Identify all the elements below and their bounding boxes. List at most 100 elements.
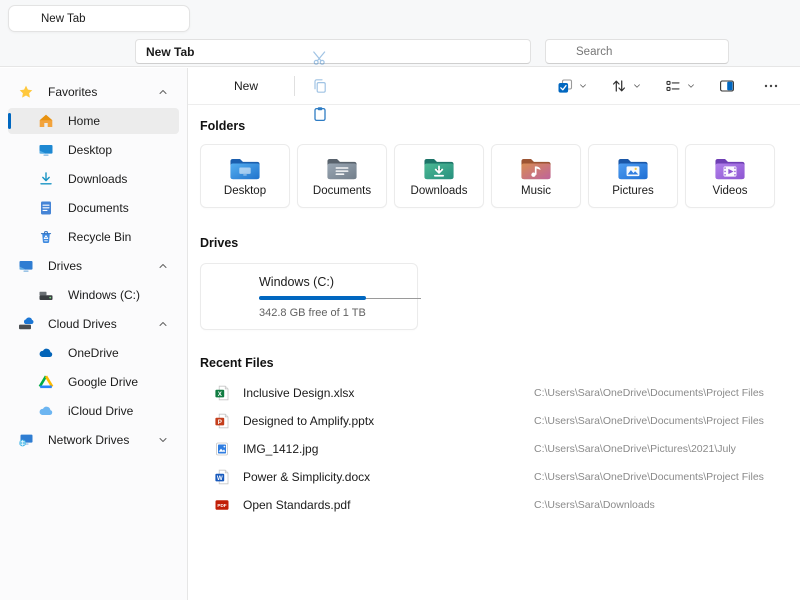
arrow-up-icon — [76, 42, 94, 60]
folders-grid: Desktop Documents Downloads Music — [200, 144, 786, 208]
hard-drive-icon — [38, 287, 54, 303]
folder-card-documents[interactable]: Documents — [297, 144, 387, 208]
sidebar-item-documents[interactable]: Documents — [8, 195, 179, 221]
folder-card-pictures[interactable]: Pictures — [588, 144, 678, 208]
new-button[interactable]: New — [202, 73, 284, 99]
svg-text:W: W — [217, 475, 223, 482]
pdf-file-icon: PDF — [214, 497, 230, 513]
search-box[interactable] — [545, 39, 729, 64]
file-row-img-1412-jpg[interactable]: IMG_1412.jpg C:\Users\Sara\OneDrive\Pict… — [200, 435, 786, 463]
cut-button[interactable] — [305, 44, 335, 72]
sidebar-section-network-drives[interactable]: Network Drives — [8, 427, 179, 453]
tab-close-button[interactable] — [161, 9, 181, 29]
drives-more-button[interactable] — [760, 233, 786, 253]
sidebar-item-recycle-bin[interactable]: Recycle Bin — [8, 224, 179, 250]
more-options-icon — [766, 236, 780, 250]
chevron-down-icon[interactable] — [506, 45, 520, 59]
chevron-down-icon[interactable] — [157, 434, 169, 446]
navigation-bar: New Tab — [0, 36, 800, 67]
tab-new-tab[interactable]: New Tab — [8, 5, 190, 32]
main-panel: New Folders Desktop Documents — [188, 68, 800, 600]
sidebar-item-downloads[interactable]: Downloads — [8, 166, 179, 192]
document-icon — [38, 200, 54, 216]
copy-button[interactable] — [305, 72, 335, 100]
maximize-button[interactable] — [710, 0, 755, 36]
folders-section-title: Folders — [200, 119, 786, 133]
network-drive-icon — [18, 432, 34, 448]
chevron-down-icon[interactable] — [632, 81, 642, 91]
sidebar-item-windows-c[interactable]: Windows (C:) — [8, 282, 179, 308]
refresh-icon — [108, 42, 126, 60]
chevron-up-icon[interactable] — [157, 86, 169, 98]
select-button[interactable] — [550, 72, 580, 100]
toolbar-divider — [294, 76, 295, 96]
file-name: Open Standards.pdf — [243, 498, 521, 512]
layout-button[interactable] — [658, 72, 688, 100]
tab-title: New Tab — [41, 13, 153, 25]
chevron-down-icon[interactable] — [686, 81, 696, 91]
copy-icon — [312, 78, 328, 94]
new-tab-button[interactable] — [198, 9, 226, 37]
sidebar-item-google-drive[interactable]: Google Drive — [8, 369, 179, 395]
close-window-button[interactable] — [755, 0, 800, 36]
file-path: C:\Users\Sara\OneDrive\Documents\Project… — [534, 471, 786, 483]
recent-files-section-title: Recent Files — [200, 356, 786, 370]
chevron-down-icon[interactable] — [578, 81, 588, 91]
select-icon — [557, 78, 573, 94]
selection-button[interactable] — [732, 39, 762, 65]
search-input[interactable] — [574, 45, 720, 59]
folder-card-downloads[interactable]: Downloads — [394, 144, 484, 208]
home-icon — [17, 11, 33, 27]
sidebar-item-icloud-drive[interactable]: iCloud Drive — [8, 398, 179, 424]
file-path: C:\Users\Sara\OneDrive\Documents\Project… — [534, 387, 786, 399]
minimize-icon — [681, 11, 695, 25]
forward-button[interactable] — [38, 38, 68, 64]
folder-card-desktop[interactable]: Desktop — [200, 144, 290, 208]
image-file-icon — [214, 441, 230, 457]
svg-text:P: P — [218, 419, 222, 426]
layout-icon — [665, 78, 681, 94]
videos-folder-icon — [713, 155, 747, 182]
selection-icon — [739, 44, 755, 60]
folder-card-music[interactable]: Music — [491, 144, 581, 208]
star-icon — [18, 84, 34, 100]
sidebar-item-desktop[interactable]: Desktop — [8, 137, 179, 163]
settings-button[interactable] — [764, 39, 794, 65]
svg-text:PDF: PDF — [217, 503, 226, 508]
sidebar-item-home[interactable]: Home — [8, 108, 179, 134]
minimize-button[interactable] — [665, 0, 710, 36]
home-icon — [38, 113, 54, 129]
file-row-inclusive-design-xlsx[interactable]: X Inclusive Design.xlsx C:\Users\Sara\On… — [200, 379, 786, 407]
sidebar-item-onedrive[interactable]: OneDrive — [8, 340, 179, 366]
drive-card-windows-c[interactable]: Windows (C:) 342.8 GB free of 1 TB — [200, 263, 418, 330]
folder-card-videos[interactable]: Videos — [685, 144, 775, 208]
maximize-icon — [726, 11, 740, 25]
sidebar-section-drives[interactable]: Drives — [8, 253, 179, 279]
sidebar: Favorites Home Desktop Downloads Documen… — [0, 68, 188, 600]
window-controls — [665, 0, 800, 36]
sidebar-section-cloud-drives[interactable]: Cloud Drives — [8, 311, 179, 337]
more-options-button[interactable] — [756, 72, 786, 100]
file-row-open-standards-pdf[interactable]: PDF Open Standards.pdf C:\Users\Sara\Dow… — [200, 491, 786, 519]
selection-accent — [8, 113, 11, 129]
search-icon — [554, 45, 568, 59]
sort-button[interactable] — [604, 72, 634, 100]
sidebar-section-favorites[interactable]: Favorites — [8, 79, 179, 105]
up-button[interactable] — [70, 38, 100, 64]
recycle-bin-icon — [38, 229, 54, 245]
file-row-designed-to-amplify-pptx[interactable]: P Designed to Amplify.pptx C:\Users\Sara… — [200, 407, 786, 435]
file-row-power-simplicity-docx[interactable]: W Power & Simplicity.docx C:\Users\Sara\… — [200, 463, 786, 491]
drives-section-title: Drives — [200, 236, 238, 250]
back-button[interactable] — [6, 38, 36, 64]
plus-icon — [204, 15, 220, 31]
preview-pane-button[interactable] — [712, 72, 742, 100]
windows-drive-icon — [213, 279, 249, 315]
refresh-button[interactable] — [102, 38, 132, 64]
arrow-left-icon — [12, 42, 30, 60]
tab-overview-button[interactable] — [232, 9, 260, 37]
chevron-up-icon[interactable] — [157, 260, 169, 272]
desktop-folder-icon — [228, 155, 262, 182]
chevron-up-icon[interactable] — [157, 318, 169, 330]
tab-overview-icon — [238, 15, 254, 31]
file-name: IMG_1412.jpg — [243, 442, 521, 456]
